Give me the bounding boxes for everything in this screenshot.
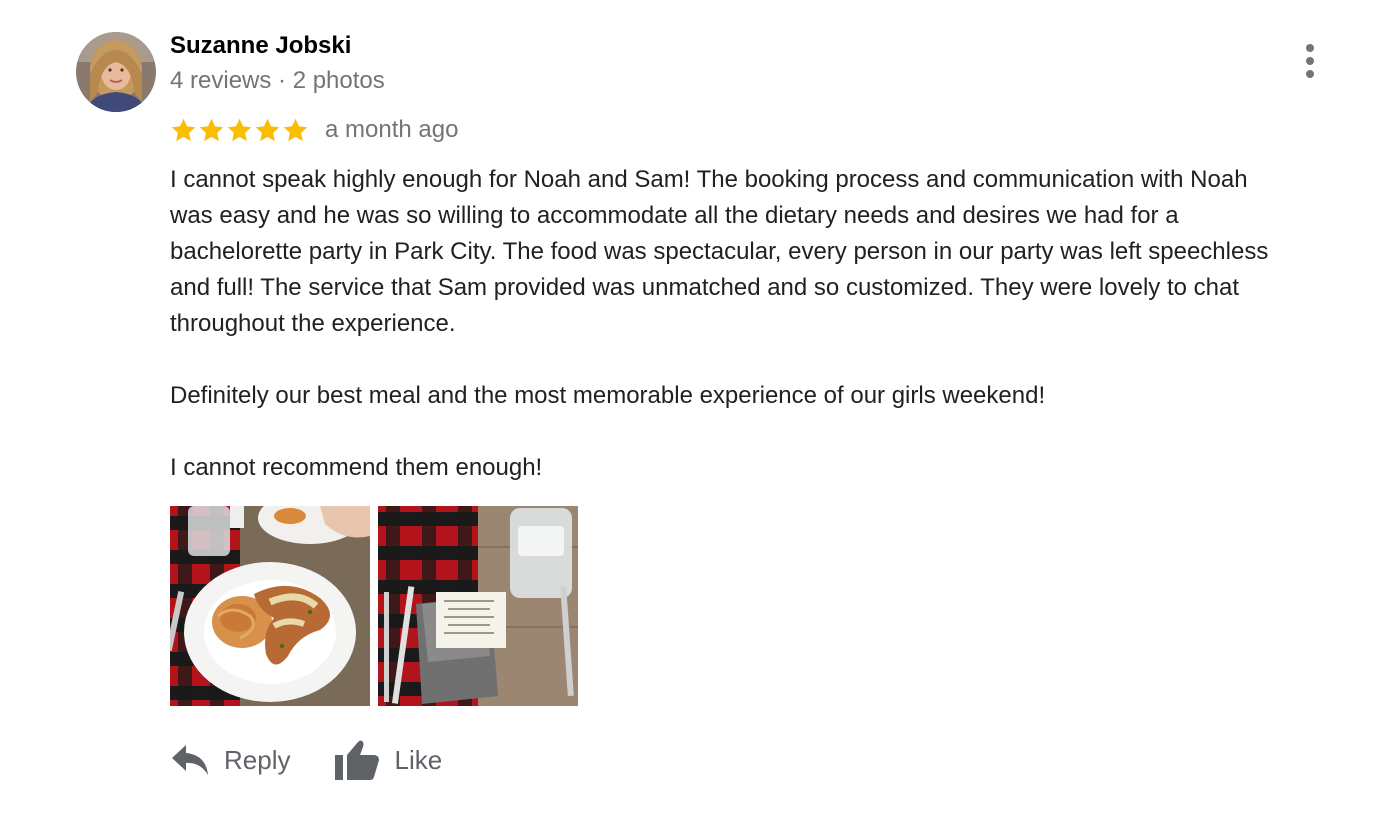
star-icon — [283, 118, 308, 141]
reply-button[interactable]: Reply — [170, 743, 290, 777]
star-icon — [199, 118, 224, 141]
avatar[interactable] — [76, 32, 156, 112]
review-text-line: was easy and he was so willing to accomm… — [170, 202, 1179, 229]
star-icon — [171, 118, 196, 141]
reply-label: Reply — [224, 744, 291, 775]
review-actions: Reply Like — [170, 730, 442, 790]
like-label: Like — [394, 744, 443, 775]
review-text-paragraph: I cannot recommend them enough! — [170, 454, 543, 481]
review-card: Suzanne Jobski 4 reviews · 2 photos a mo… — [0, 0, 1398, 830]
star-rating — [170, 117, 310, 144]
thumb-up-icon — [335, 740, 380, 780]
review-date: a month ago — [325, 116, 459, 143]
more-vert-icon — [1306, 44, 1314, 78]
review-text-line: and full! The service that Sam provided … — [170, 274, 1240, 301]
review-text-line: bachelorette party in Park City. The foo… — [170, 238, 1269, 265]
review-text: I cannot speak highly enough for Noah an… — [170, 162, 1370, 486]
author-name[interactable]: Suzanne Jobski — [170, 32, 351, 60]
review-text-line: throughout the experience. — [170, 310, 456, 337]
author-review-count[interactable]: 4 reviews · 2 photos — [170, 67, 385, 95]
star-icon — [255, 118, 280, 141]
rating-row: a month ago — [170, 114, 458, 146]
more-options-button[interactable] — [1290, 38, 1330, 84]
review-photo-table-setting[interactable] — [378, 506, 578, 706]
reply-arrow-icon — [172, 745, 208, 775]
like-button[interactable]: Like — [334, 739, 442, 781]
review-photo-pasta-plate[interactable] — [170, 506, 370, 706]
review-text-line: I cannot speak highly enough for Noah an… — [170, 166, 1248, 193]
star-icon — [227, 118, 252, 141]
review-text-paragraph: Definitely our best meal and the most me… — [170, 382, 1046, 409]
review-photos — [170, 506, 578, 706]
